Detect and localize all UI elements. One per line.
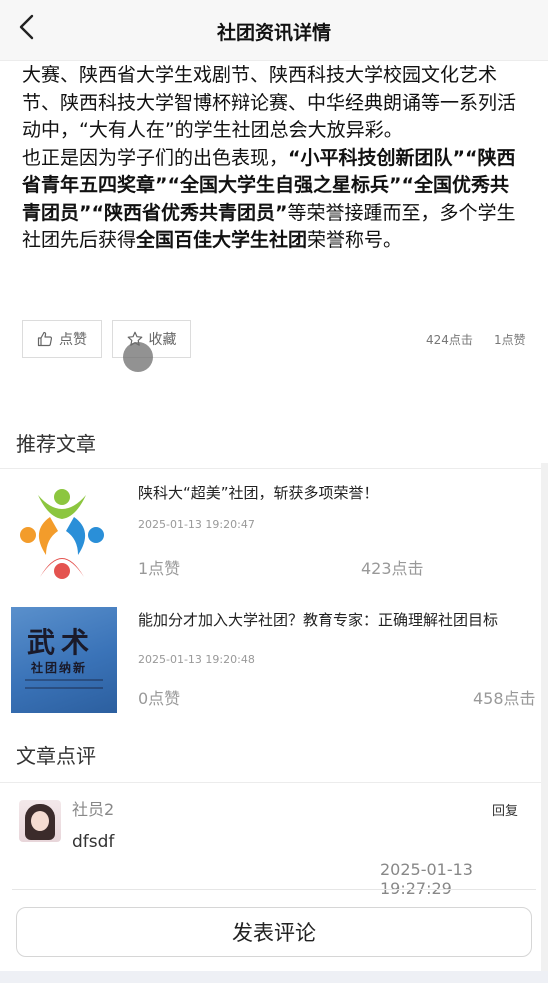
article-likes: 0点赞 [138, 689, 181, 708]
club-logo-image [20, 489, 104, 579]
honor-text: 全国百佳大学生社团 [136, 229, 308, 251]
like-label: 点赞 [59, 332, 87, 348]
article-paragraph: 也正是因为学子们的出色表现，“小平科技创新团队”“陕西省青年五四奖章”“全国大学… [22, 145, 522, 255]
divider [0, 468, 548, 469]
thumbnail-line [25, 679, 103, 681]
like-count: 1点赞 [494, 333, 526, 347]
reply-button[interactable]: 回复 [492, 800, 518, 819]
divider [0, 782, 548, 783]
page-title: 社团资讯详情 [216, 22, 331, 44]
avatar [19, 800, 61, 842]
thumbs-up-icon [37, 331, 53, 347]
article-clicks: 423点击 [361, 559, 424, 578]
like-button[interactable]: 点赞 [22, 320, 102, 358]
article-text: 荣誉称号。 [307, 229, 403, 251]
article-paragraph: 大赛、陕西省大学生戏剧节、陕西科技大学校园文化艺术节、陕西科技大学智博杯辩论赛、… [22, 64, 517, 141]
recommend-section-title: 推荐文章 [16, 432, 96, 456]
honor-text: “陕西省优秀共青团员” [91, 201, 288, 224]
article-title[interactable]: 能加分才加入大学社团？教育专家：正确理解社团目标 [138, 610, 534, 630]
honor-text: “全国大学生自强之星标兵” [167, 174, 402, 196]
article-likes: 1点赞 [138, 559, 181, 578]
thumbnail-subtext: 社团纳新 [31, 661, 88, 675]
divider [12, 889, 536, 890]
bottom-bar [0, 971, 548, 983]
article-clicks: 458点击 [473, 689, 536, 708]
article-body: 大赛、陕西省大学生戏剧节、陕西科技大学校园文化艺术节、陕西科技大学智博杯辩论赛、… [22, 62, 522, 255]
article-title[interactable]: 陕科大“超美”社团，斩获多项荣誉！ [138, 483, 528, 503]
comments-section-title: 文章点评 [16, 744, 96, 768]
article-text: 也正是因为学子们的出色表现， [22, 146, 289, 169]
thumbnail-text: 武术 [27, 626, 96, 659]
comment-text: dfsdf [72, 832, 115, 852]
top-bar: 社团资讯详情 [0, 0, 548, 61]
comment-time: 2025-01-13 19:27:29 [380, 860, 473, 898]
article-date: 2025-01-13 19:20:47 [138, 518, 255, 531]
touch-indicator [123, 342, 153, 372]
thumbnail-line [25, 687, 103, 689]
comment-username: 社员2 [72, 800, 115, 819]
scrollbar[interactable] [541, 463, 548, 971]
article-thumbnail: 武术 社团纳新 [11, 607, 117, 713]
favorite-label: 收藏 [148, 332, 177, 348]
article-date: 2025-01-13 19:20:48 [138, 653, 255, 666]
post-comment-button[interactable]: 发表评论 [16, 907, 532, 957]
avatar-face [31, 811, 49, 831]
honor-text: “小平科技创新团队” [288, 146, 465, 169]
click-count: 424点击 [426, 333, 473, 347]
